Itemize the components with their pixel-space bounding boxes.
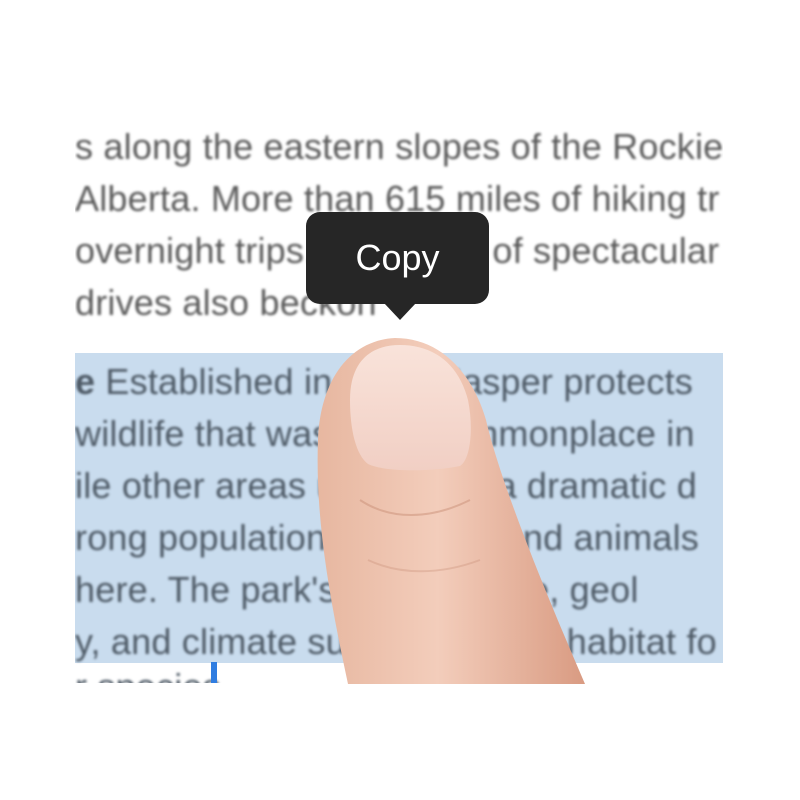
selected-text-line: wildlife that was once commonplace in (75, 413, 695, 454)
selected-text-line: rong populations of plants and animals (75, 517, 700, 558)
selected-text-line: ile other areas underwent a dramatic d (75, 465, 697, 506)
selected-text-line: r species. (75, 666, 231, 683)
selection-end-handle[interactable] (211, 662, 217, 683)
selected-text-line: y, and climate support diverse habitat f… (75, 621, 717, 662)
line-text: Established in 1907, Jasper protects (95, 361, 693, 402)
copy-label: Copy (355, 237, 440, 278)
document-viewport[interactable]: s along the eastern slopes of the Rockie… (75, 118, 723, 683)
bold-word: e (75, 361, 96, 402)
selected-text-line: e Established in 1907, Jasper protects (75, 361, 693, 403)
copy-button[interactable]: Copy (306, 212, 489, 320)
selected-text-line: here. The park's varied range, geol (75, 569, 639, 610)
text-line: s along the eastern slopes of the Rockie… (75, 126, 723, 167)
